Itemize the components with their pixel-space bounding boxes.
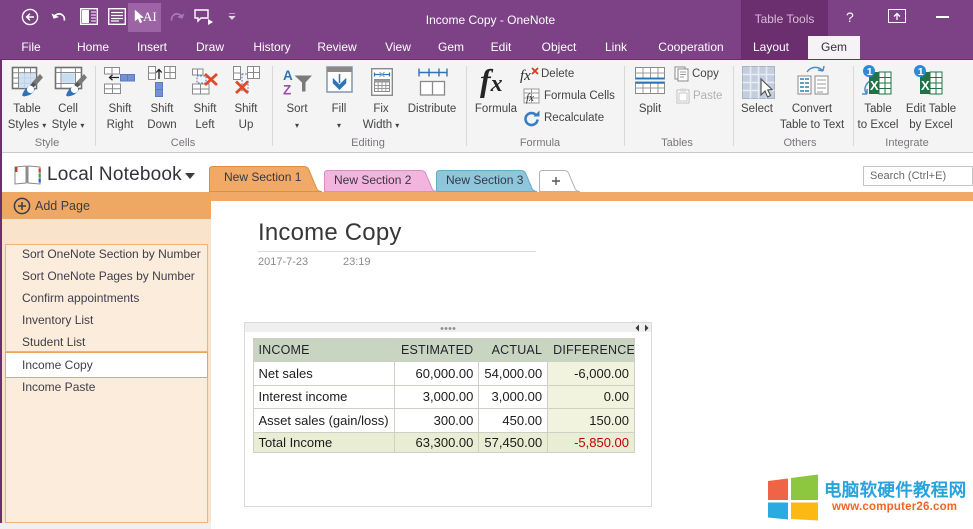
svg-text:X: X xyxy=(870,78,879,93)
svg-text:A: A xyxy=(283,68,293,83)
svg-text:X: X xyxy=(921,78,930,93)
svg-text:1: 1 xyxy=(867,66,873,78)
svg-text:fx: fx xyxy=(520,68,531,83)
svg-text:AI: AI xyxy=(143,9,157,24)
svg-text:1: 1 xyxy=(918,66,924,78)
svg-text:fx: fx xyxy=(526,92,534,104)
svg-text:Z: Z xyxy=(283,83,291,98)
